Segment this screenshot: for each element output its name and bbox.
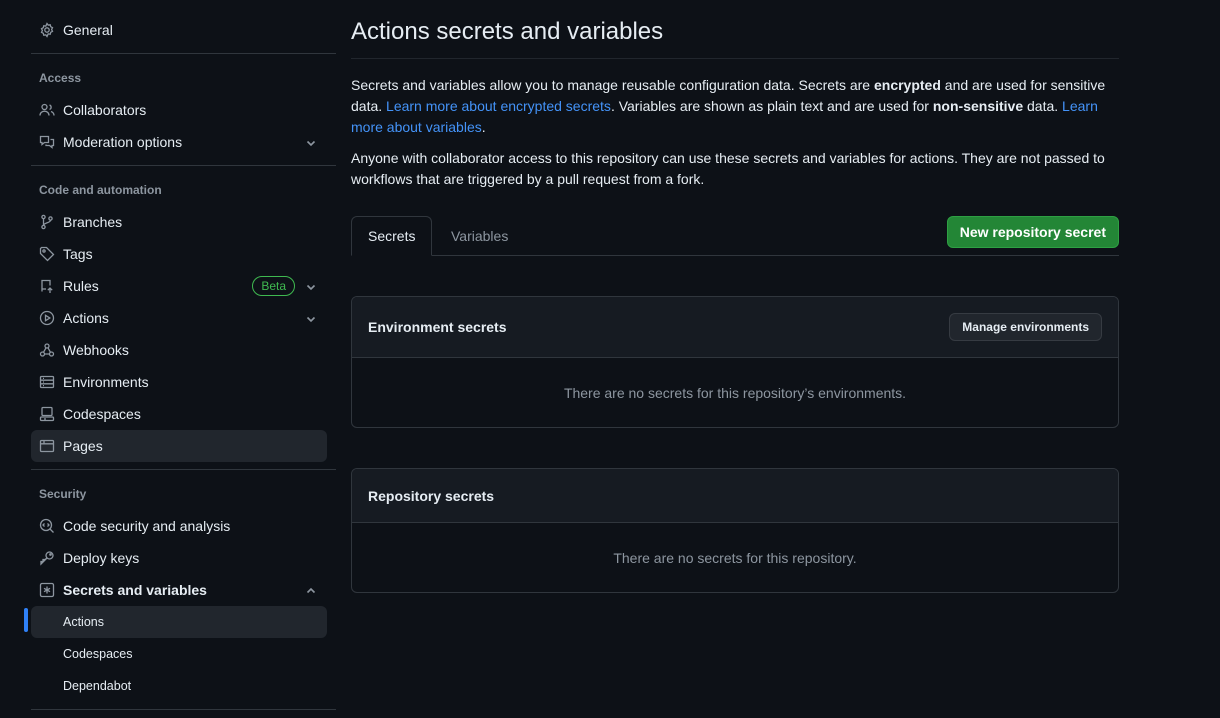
sidebar-subitem-dependabot[interactable]: Dependabot [31, 670, 327, 702]
repository-secrets-box: Repository secrets There are no secrets … [351, 468, 1119, 593]
gear-icon [39, 22, 55, 38]
tab-label: Variables [451, 228, 509, 244]
sidebar-item-environments[interactable]: Environments [31, 366, 327, 398]
sidebar-item-label: General [63, 22, 113, 38]
repository-secrets-empty: There are no secrets for this repository… [613, 549, 857, 566]
sidebar-item-secrets-variables[interactable]: Secrets and variables [31, 574, 327, 606]
sidebar-item-webhooks[interactable]: Webhooks [31, 334, 327, 366]
sidebar-item-deploy-keys[interactable]: Deploy keys [31, 542, 327, 574]
manage-environments-button[interactable]: Manage environments [949, 313, 1102, 341]
sidebar-item-general[interactable]: General [31, 14, 327, 46]
sidebar-subitem-actions[interactable]: Actions [31, 606, 327, 638]
environment-secrets-title: Environment secrets [368, 319, 507, 335]
sidebar-item-moderation[interactable]: Moderation options [31, 126, 327, 158]
sidebar-item-label: Environments [63, 374, 149, 390]
key-icon [39, 550, 55, 566]
people-icon [39, 102, 55, 118]
sidebar-item-codespaces[interactable]: Codespaces [31, 398, 327, 430]
sidebar-item-code-security[interactable]: Code security and analysis [31, 510, 327, 542]
tab-label: Secrets [368, 228, 416, 244]
sidebar-item-label: Deploy keys [63, 550, 140, 566]
learn-encrypted-secrets-link[interactable]: Learn more about encrypted secrets [386, 98, 611, 114]
codescan-icon [39, 518, 55, 534]
page-title: Actions secrets and variables [351, 18, 664, 45]
intro-text: . Variables are shown as plain text and … [610, 98, 933, 114]
access-note-paragraph: Anyone with collaborator access to this … [351, 150, 1105, 187]
sidebar-item-label: Collaborators [63, 102, 147, 118]
play-icon [39, 310, 55, 326]
sidebar-item-label: Moderation options [63, 134, 183, 150]
sidebar-divider [31, 165, 336, 166]
git-branch-icon [39, 214, 55, 230]
settings-sidebar: General Access Collaborators Moderation … [24, 0, 336, 718]
intro-text: Secrets and variables allow you to manag… [351, 77, 874, 93]
sidebar-divider [31, 469, 336, 470]
active-indicator [24, 608, 28, 632]
sidebar-item-label: Tags [63, 246, 93, 262]
sidebar-subitem-codespaces[interactable]: Codespaces [31, 638, 327, 670]
box-header: Repository secrets [352, 469, 1118, 523]
chevron-up-icon[interactable] [305, 584, 317, 596]
chevron-down-icon[interactable] [305, 312, 317, 324]
sidebar-group-security: Security [39, 487, 87, 501]
repo-push-icon [39, 278, 55, 294]
sidebar-item-tags[interactable]: Tags [31, 238, 327, 270]
sidebar-item-label: Rules [63, 278, 99, 294]
sidebar-item-label: Secrets and variables [63, 582, 207, 598]
sidebar-item-collaborators[interactable]: Collaborators [31, 94, 327, 126]
codespaces-icon [39, 406, 55, 422]
sidebar-item-pages[interactable]: Pages [31, 430, 327, 462]
intro-text: data. [1023, 98, 1063, 114]
sidebar-divider [31, 709, 336, 710]
sidebar-group-access: Access [39, 71, 82, 85]
webhook-icon [39, 342, 55, 358]
intro-bold-encrypted: encrypted [873, 77, 941, 93]
sidebar-item-label: Codespaces [63, 406, 141, 422]
chevron-down-icon[interactable] [305, 280, 317, 292]
sidebar-item-rules[interactable]: Rules Beta [31, 270, 327, 302]
server-icon [39, 374, 55, 390]
sidebar-divider [31, 53, 336, 54]
tag-icon [39, 246, 55, 262]
browser-icon [39, 438, 55, 454]
sidebar-item-branches[interactable]: Branches [31, 206, 327, 238]
sidebar-item-label: Webhooks [63, 342, 129, 358]
title-divider [351, 58, 1119, 59]
new-repository-secret-button[interactable]: New repository secret [946, 216, 1119, 248]
box-header: Environment secrets Manage environments [352, 297, 1118, 358]
intro-bold-non-sensitive: non-sensitive [932, 98, 1024, 114]
intro-text: . [481, 119, 486, 135]
sidebar-item-actions[interactable]: Actions [31, 302, 327, 334]
key-asterisk-icon [39, 582, 55, 598]
intro-paragraph: Secrets and variables allow you to manag… [351, 75, 1119, 138]
chevron-down-icon[interactable] [305, 136, 317, 148]
sidebar-item-label: Pages [63, 438, 103, 454]
environment-secrets-empty: There are no secrets for this repository… [563, 384, 907, 401]
comment-discussion-icon [39, 134, 55, 150]
environment-secrets-box: Environment secrets Manage environments … [351, 296, 1119, 428]
repository-secrets-title: Repository secrets [368, 487, 495, 504]
sidebar-group-code-automation: Code and automation [39, 183, 162, 197]
sidebar-item-label: Code security and analysis [63, 518, 231, 534]
sidebar-item-label: Branches [63, 214, 123, 230]
tab-variables[interactable]: Variables [435, 216, 524, 256]
sidebar-item-label: Actions [63, 310, 109, 326]
tab-secrets[interactable]: Secrets [351, 216, 433, 256]
beta-badge: Beta [252, 276, 295, 296]
